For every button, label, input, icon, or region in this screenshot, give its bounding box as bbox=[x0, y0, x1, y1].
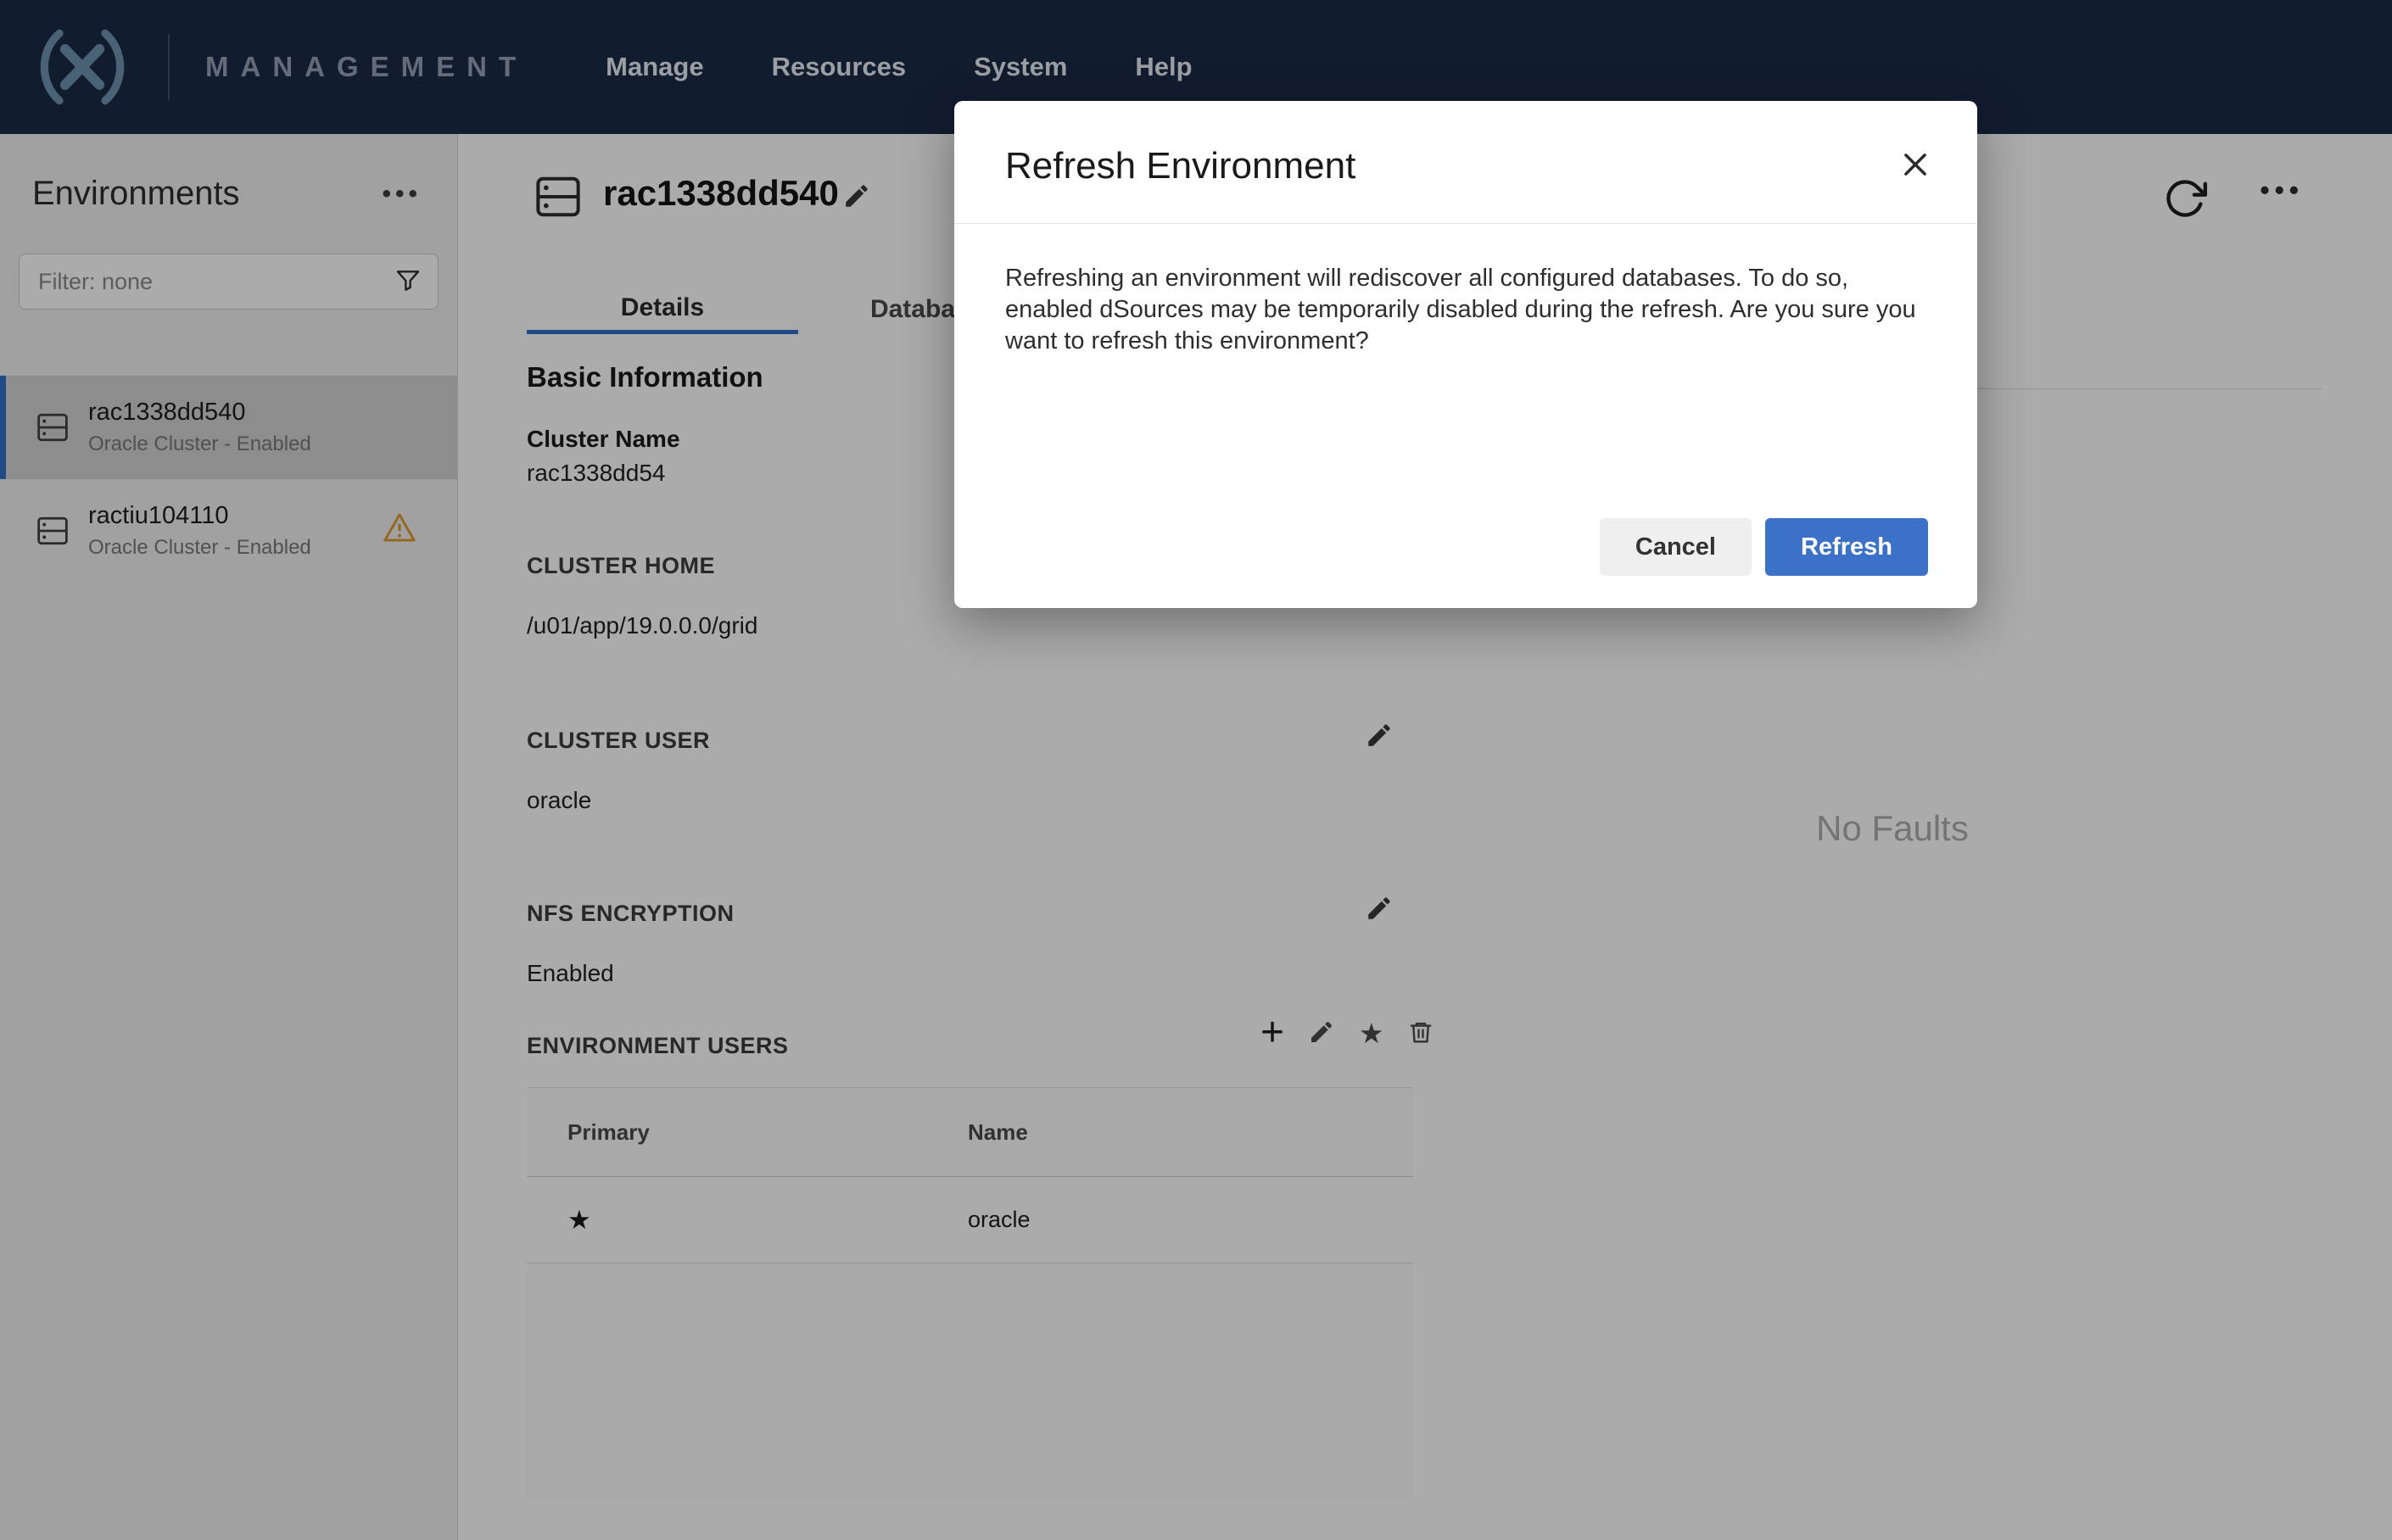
modal-close-button[interactable] bbox=[1899, 148, 1931, 183]
cancel-button[interactable]: Cancel bbox=[1599, 518, 1752, 576]
modal-footer: Cancel Refresh bbox=[1599, 518, 1928, 576]
modal-header: Refresh Environment bbox=[954, 101, 1977, 224]
refresh-button[interactable]: Refresh bbox=[1765, 518, 1928, 576]
modal-title: Refresh Environment bbox=[1005, 145, 1356, 187]
modal-message: Refreshing an environment will rediscove… bbox=[1005, 265, 1916, 355]
refresh-environment-modal: Refresh Environment Refreshing an enviro… bbox=[954, 101, 1977, 608]
close-icon bbox=[1904, 153, 1926, 176]
modal-body: Refreshing an environment will rediscove… bbox=[954, 224, 1977, 357]
application-root: MANAGEMENT Manage Resources System Help … bbox=[0, 0, 2392, 1540]
